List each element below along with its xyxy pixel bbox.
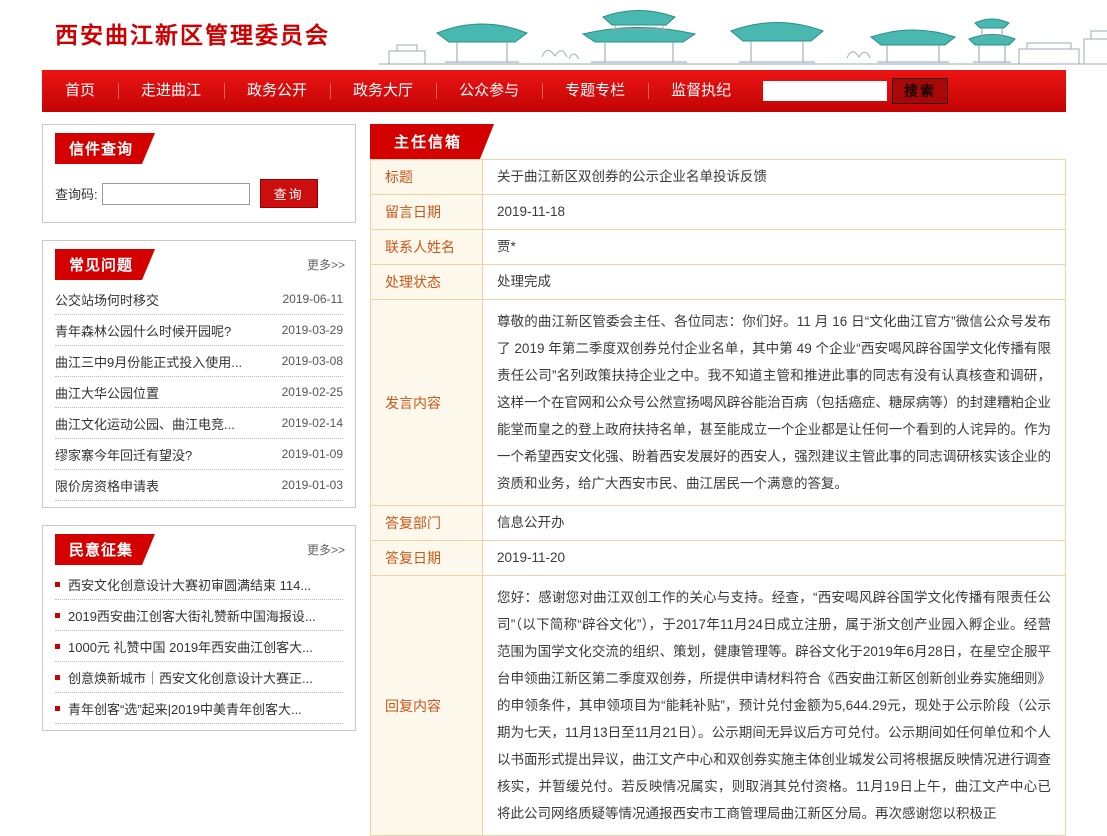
faq-item-text: 青年森林公园什么时候开园呢? — [55, 321, 276, 340]
row-message-content: 发言内容 尊敬的曲江新区管委会主任、各位同志：你们好。11 月 16 日“文化曲… — [371, 300, 1066, 506]
tab-director-mailbox[interactable]: 主任信箱 — [370, 124, 494, 159]
row-status: 处理状态 处理完成 — [371, 265, 1066, 300]
search-input[interactable] — [763, 81, 887, 101]
field-label: 留言日期 — [371, 195, 483, 230]
opinion-item[interactable]: 创意焕新城市｜西安文化创意设计大赛正... — [55, 662, 343, 693]
nav-search: 搜索 — [763, 78, 948, 104]
row-reply-content: 回复内容 您好：感谢您对曲江双创工作的关心与支持。经查，“西安喝风辟谷国学文化传… — [371, 576, 1066, 836]
opinion-item-text: 2019西安曲江创客大街礼赞新中国海报设... — [68, 606, 343, 625]
faq-item-text: 曲江文化运动公园、曲江电竞... — [55, 414, 276, 433]
row-reply-date: 答复日期 2019-11-20 — [371, 541, 1066, 576]
search-button[interactable]: 搜索 — [892, 78, 948, 104]
faq-item-date: 2019-02-25 — [282, 385, 343, 399]
letter-query-box: 信件查询 查询码: 查询 — [42, 124, 356, 223]
faq-box: 常见问题 更多>> 公交站场何时移交 2019-06-11 青年森林公园什么时候… — [42, 240, 356, 508]
site-title: 西安曲江新区管理委员会 — [55, 16, 330, 50]
content: 信件查询 查询码: 查询 常见问题 更多>> 公交站场何时移交 2019-06-… — [42, 124, 1066, 836]
nav-item-gov-disclosure[interactable]: 政务公开 — [224, 70, 330, 112]
nav-item-special-topics[interactable]: 专题专栏 — [542, 70, 648, 112]
site-header: 西安曲江新区管理委员会 — [42, 0, 1066, 70]
field-value: 信息公开办 — [483, 506, 1066, 541]
faq-item-text: 缪家寨今年回迁有望没? — [55, 445, 276, 464]
nav-item-supervision[interactable]: 监督执纪 — [648, 70, 754, 112]
row-title: 标题 关于曲江新区双创券的公示企业名单投诉反馈 — [371, 160, 1066, 195]
nav-item-home[interactable]: 首页 — [42, 70, 118, 112]
buildings-sketch-illustration — [379, 1, 1107, 68]
field-value: 贾* — [483, 230, 1066, 265]
faq-item[interactable]: 缪家寨今年回迁有望没? 2019-01-09 — [55, 439, 343, 470]
faq-item-text: 曲江大华公园位置 — [55, 383, 276, 402]
field-label: 联系人姓名 — [371, 230, 483, 265]
faq-item[interactable]: 曲江文化运动公园、曲江电竞... 2019-02-14 — [55, 408, 343, 439]
row-contact-name: 联系人姓名 贾* — [371, 230, 1066, 265]
faq-item-date: 2019-01-03 — [282, 478, 343, 492]
faq-item[interactable]: 青年森林公园什么时候开园呢? 2019-03-29 — [55, 315, 343, 346]
main-nav: 首页 走进曲江 政务公开 政务大厅 公众参与 专题专栏 监督执纪 搜索 — [42, 70, 1066, 112]
page: 西安曲江新区管理委员会 — [42, 0, 1066, 836]
field-label: 发言内容 — [371, 300, 483, 506]
field-value: 关于曲江新区双创券的公示企业名单投诉反馈 — [483, 160, 1066, 195]
faq-more-link[interactable]: 更多>> — [307, 256, 345, 273]
query-code-input[interactable] — [102, 183, 250, 205]
faq-item-date: 2019-06-11 — [283, 292, 344, 306]
opinion-item-text: 西安文化创意设计大赛初审圆满结束 114... — [68, 575, 343, 594]
faq-item-date: 2019-02-14 — [282, 416, 343, 430]
opinion-item[interactable]: 2019西安曲江创客大街礼赞新中国海报设... — [55, 600, 343, 631]
nav-item-service-hall[interactable]: 政务大厅 — [330, 70, 436, 112]
field-value: 2019-11-20 — [483, 541, 1066, 576]
letter-query-title: 信件查询 — [55, 133, 155, 164]
row-message-date: 留言日期 2019-11-18 — [371, 195, 1066, 230]
faq-item-text: 限价房资格申请表 — [55, 476, 276, 495]
row-reply-department: 答复部门 信息公开办 — [371, 506, 1066, 541]
nav-item-public-participation[interactable]: 公众参与 — [436, 70, 542, 112]
field-label: 处理状态 — [371, 265, 483, 300]
faq-item-date: 2019-03-08 — [282, 354, 343, 368]
main-panel: 主任信箱 标题 关于曲江新区双创券的公示企业名单投诉反馈 留言日期 2019-1… — [370, 124, 1066, 836]
opinion-item-text: 创意焕新城市｜西安文化创意设计大赛正... — [68, 668, 343, 687]
field-value: 您好：感谢您对曲江双创工作的关心与支持。经查，“西安喝风辟谷国学文化传播有限责任… — [483, 576, 1066, 836]
faq-item[interactable]: 公交站场何时移交 2019-06-11 — [55, 284, 343, 315]
opinion-item[interactable]: 1000元 礼赞中国 2019年西安曲江创客大... — [55, 631, 343, 662]
opinions-box: 民意征集 更多>> 西安文化创意设计大赛初审圆满结束 114... 2019西安… — [42, 525, 356, 731]
field-label: 标题 — [371, 160, 483, 195]
field-label: 答复日期 — [371, 541, 483, 576]
opinion-item-text: 青年创客“选”起来|2019中美青年创客大... — [68, 699, 343, 718]
field-label: 回复内容 — [371, 576, 483, 836]
square-bullet-icon — [55, 706, 60, 711]
faq-item-text: 公交站场何时移交 — [55, 290, 277, 309]
field-value: 2019-11-18 — [483, 195, 1066, 230]
opinion-item-text: 1000元 礼赞中国 2019年西安曲江创客大... — [68, 637, 343, 656]
faq-item[interactable]: 曲江大华公园位置 2019-02-25 — [55, 377, 343, 408]
field-value: 处理完成 — [483, 265, 1066, 300]
mail-detail-table: 标题 关于曲江新区双创券的公示企业名单投诉反馈 留言日期 2019-11-18 … — [370, 159, 1066, 836]
faq-item[interactable]: 限价房资格申请表 2019-01-03 — [55, 470, 343, 501]
faq-item-text: 曲江三中9月份能正式投入使用... — [55, 352, 276, 371]
opinion-item[interactable]: 青年创客“选”起来|2019中美青年创客大... — [55, 693, 343, 724]
faq-item-date: 2019-01-09 — [282, 447, 343, 461]
faq-item-date: 2019-03-29 — [282, 323, 343, 337]
opinion-item[interactable]: 西安文化创意设计大赛初审圆满结束 114... — [55, 569, 343, 600]
opinions-more-link[interactable]: 更多>> — [307, 541, 345, 558]
query-code-label: 查询码: — [55, 184, 98, 203]
faq-item[interactable]: 曲江三中9月份能正式投入使用... 2019-03-08 — [55, 346, 343, 377]
query-button[interactable]: 查询 — [260, 179, 318, 208]
square-bullet-icon — [55, 613, 60, 618]
square-bullet-icon — [55, 675, 60, 680]
sidebar: 信件查询 查询码: 查询 常见问题 更多>> 公交站场何时移交 2019-06-… — [42, 124, 356, 748]
opinions-title: 民意征集 — [55, 534, 155, 565]
faq-title: 常见问题 — [55, 249, 155, 280]
nav-item-about-qujiang[interactable]: 走进曲江 — [118, 70, 224, 112]
field-value: 尊敬的曲江新区管委会主任、各位同志：你们好。11 月 16 日“文化曲江官方”微… — [483, 300, 1066, 506]
square-bullet-icon — [55, 644, 60, 649]
square-bullet-icon — [55, 582, 60, 587]
field-label: 答复部门 — [371, 506, 483, 541]
